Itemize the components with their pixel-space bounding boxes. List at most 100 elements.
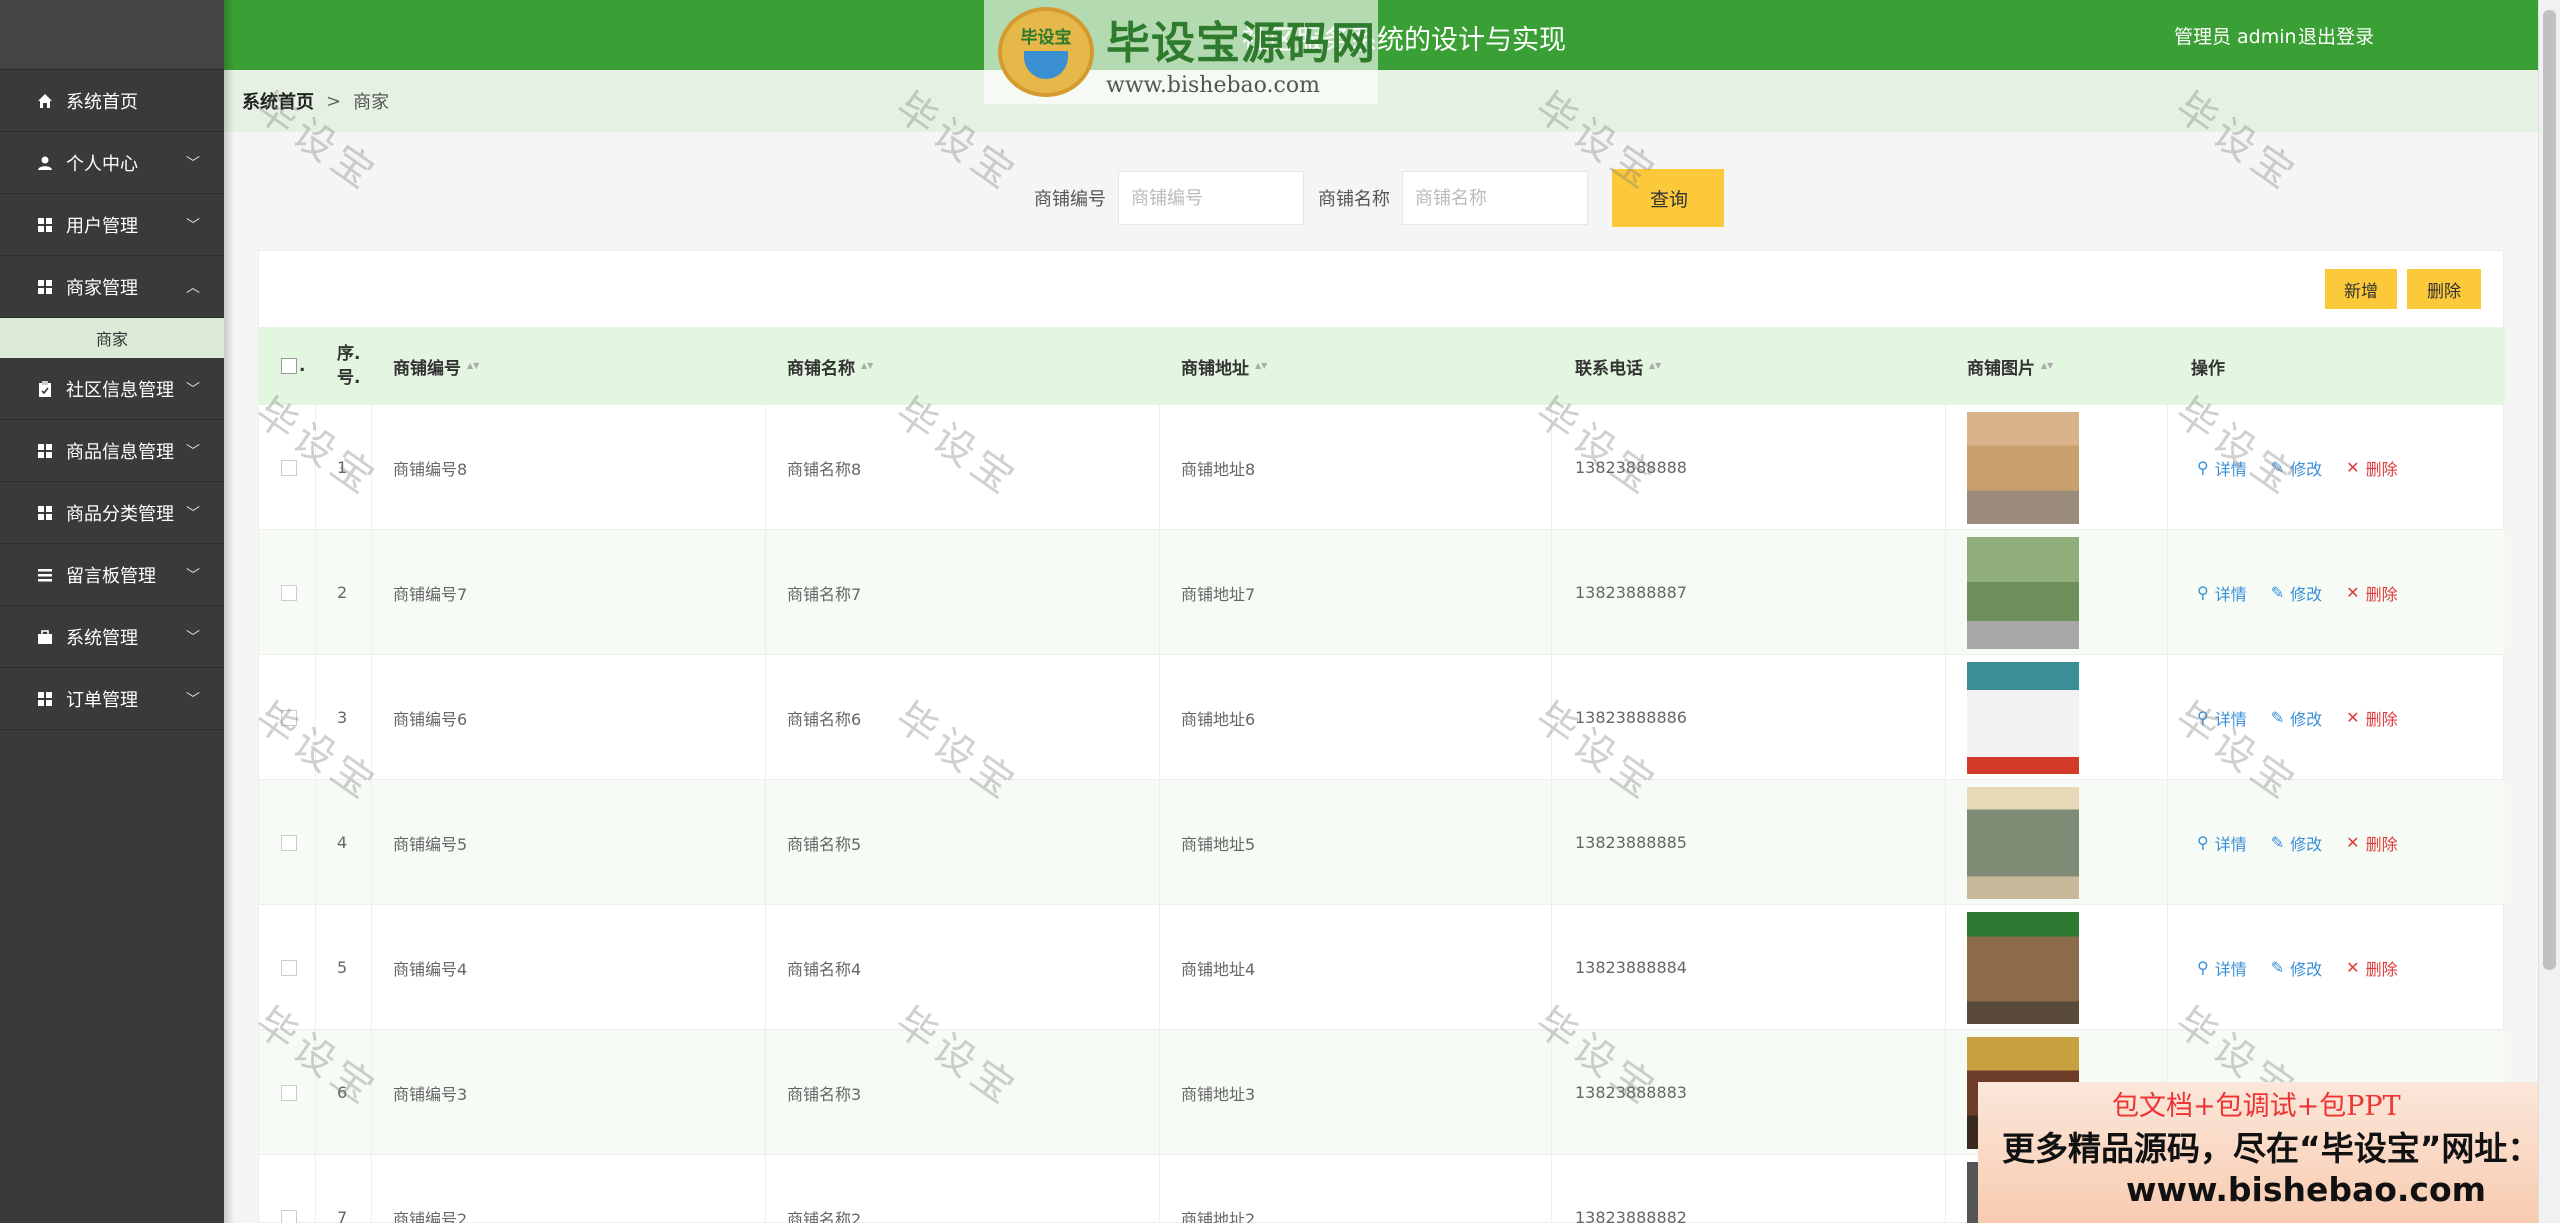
sidebar-item-label: 商品信息管理 [66, 441, 174, 463]
chevron-down-icon: ﹀ [186, 691, 200, 708]
logo-watermark: 毕设宝 毕设宝源码网 www.bishebao.com [984, 0, 1378, 104]
grid-icon [36, 690, 54, 708]
detail-button[interactable]: ⚲ 详情 [2197, 706, 2247, 730]
sidebar-item[interactable]: 商品分类管理 ﹀ [0, 482, 224, 544]
delete-button[interactable]: ✕ 删除 [2346, 956, 2397, 980]
row-index: 7 [337, 1208, 348, 1223]
query-button[interactable]: 查询 [1612, 169, 1724, 227]
row-checkbox[interactable] [281, 1209, 297, 1223]
sidebar-item[interactable]: 商品信息管理 ﹀ [0, 420, 224, 482]
sidebar-subitem-merchant[interactable]: 商家 [0, 318, 224, 358]
search-name-input[interactable] [1402, 171, 1588, 225]
delete-button[interactable]: ✕ 删除 [2346, 581, 2397, 605]
grid-icon [36, 504, 54, 522]
sidebar-item-label: 系统首页 [66, 91, 138, 113]
chevron-down-icon: ﹀ [186, 629, 200, 646]
edit-button[interactable]: ✎ 修改 [2271, 456, 2322, 480]
row-address: 商铺地址3 [1181, 1084, 1256, 1104]
delete-label: 删除 [2365, 459, 2398, 479]
detail-button[interactable]: ⚲ 详情 [2197, 956, 2247, 980]
edit-icon: ✎ [2270, 708, 2285, 727]
sidebar-item-label: 订单管理 [66, 689, 138, 711]
header-image[interactable]: 商铺图片 ▲▼ [1967, 327, 2053, 405]
grid-icon [36, 216, 54, 234]
shop-thumbnail[interactable] [1967, 661, 2079, 774]
sort-icon[interactable]: ▲▼ [1255, 362, 1267, 370]
row-checkbox[interactable] [281, 834, 297, 851]
table-panel: 新增 删除 . 序.号. 商铺编号 ▲▼ 商铺名称 ▲▼ 商铺地址 ▲▼ 联系电话 ▲▼… [258, 250, 2505, 1223]
edit-icon: ✎ [2270, 458, 2285, 477]
sidebar-item[interactable]: 个人中心 ﹀ [0, 132, 224, 194]
search-code-input[interactable] [1118, 171, 1304, 225]
header-phone[interactable]: 联系电话 ▲▼ [1575, 327, 1661, 405]
close-icon: ✕ [2346, 708, 2360, 727]
sidebar-item[interactable]: 留言板管理 ﹀ [0, 544, 224, 606]
sidebar: 系统首页 个人中心 ﹀ 用户管理 ﹀ 商家管理 ︿ 商家 社区信息管理 ﹀ 商品信息管理 ﹀ 商品分类管… [0, 0, 224, 1223]
edit-button[interactable]: ✎ 修改 [2271, 581, 2322, 605]
row-checkbox[interactable] [281, 459, 297, 476]
briefcase-icon [36, 628, 54, 646]
batch-delete-button[interactable]: 删除 [2407, 269, 2481, 309]
row-name: 商铺名称5 [787, 834, 862, 854]
row-index: 5 [337, 958, 348, 977]
edit-icon: ✎ [2270, 958, 2285, 977]
header-checkbox-dot: . [299, 356, 306, 376]
table-row: 3 商铺编号6 商铺名称6 商铺地址6 13823888886 ⚲ 详情 ✎ 修改 ✕ 删除 [259, 655, 2505, 780]
row-checkbox[interactable] [281, 584, 297, 601]
shop-thumbnail[interactable] [1967, 411, 2079, 524]
row-index: 4 [337, 833, 348, 852]
shop-thumbnail[interactable] [1967, 536, 2079, 649]
header-name[interactable]: 商铺名称 ▲▼ [787, 327, 873, 405]
row-phone: 13823888885 [1575, 833, 1687, 852]
edit-button[interactable]: ✎ 修改 [2271, 956, 2322, 980]
breadcrumb-home[interactable]: 系统首页 [242, 88, 314, 114]
sort-icon[interactable]: ▲▼ [1649, 362, 1661, 370]
select-all-checkbox[interactable] [281, 358, 297, 374]
row-code: 商铺编号3 [393, 1084, 468, 1104]
sidebar-item[interactable]: 订单管理 ﹀ [0, 668, 224, 730]
detail-button[interactable]: ⚲ 详情 [2197, 831, 2247, 855]
add-button[interactable]: 新增 [2325, 269, 2397, 309]
detail-label: 详情 [2214, 459, 2247, 479]
detail-button[interactable]: ⚲ 详情 [2197, 581, 2247, 605]
detail-button[interactable]: ⚲ 详情 [2197, 456, 2247, 480]
edit-label: 修改 [2290, 709, 2323, 729]
edit-button[interactable]: ✎ 修改 [2271, 831, 2322, 855]
edit-button[interactable]: ✎ 修改 [2271, 706, 2322, 730]
scrollbar-thumb[interactable] [2543, 10, 2556, 970]
row-image-cell [1967, 780, 2079, 905]
delete-button[interactable]: ✕ 删除 [2346, 831, 2397, 855]
header-code-label: 商铺编号 [393, 358, 461, 379]
row-address: 商铺地址5 [1181, 834, 1256, 854]
shop-thumbnail[interactable] [1967, 911, 2079, 1024]
header-code[interactable]: 商铺编号 ▲▼ [393, 327, 479, 405]
user-icon [36, 154, 54, 172]
logo-title: 毕设宝源码网 [1106, 17, 1376, 69]
sidebar-item[interactable]: 社区信息管理 ﹀ [0, 358, 224, 420]
sidebar-item[interactable]: 系统首页 [0, 70, 224, 132]
grid-icon [36, 442, 54, 460]
sort-icon[interactable]: ▲▼ [467, 362, 479, 370]
logout-link[interactable]: 退出登录 [2298, 22, 2374, 49]
delete-button[interactable]: ✕ 删除 [2346, 456, 2397, 480]
shop-thumbnail[interactable] [1967, 786, 2079, 899]
logo-badge-text: 毕设宝 [1020, 28, 1072, 48]
row-name: 商铺名称3 [787, 1084, 862, 1104]
delete-button[interactable]: ✕ 删除 [2346, 706, 2397, 730]
promo-line-2: 更多精品源码，尽在“毕设宝”网址： [2002, 1129, 2541, 1168]
column-divider [315, 405, 316, 1223]
edit-icon: ✎ [2270, 583, 2285, 602]
header-select-all[interactable]: . [281, 327, 305, 405]
row-checkbox[interactable] [281, 1084, 297, 1101]
sidebar-item[interactable]: 用户管理 ﹀ [0, 194, 224, 256]
column-divider [371, 405, 372, 1223]
sidebar-item[interactable]: 系统管理 ﹀ [0, 606, 224, 668]
sidebar-item[interactable]: 商家管理 ︿ [0, 256, 224, 318]
sort-icon[interactable]: ▲▼ [2041, 362, 2053, 370]
page-scrollbar[interactable] [2538, 0, 2560, 1223]
sort-icon[interactable]: ▲▼ [861, 362, 873, 370]
row-checkbox[interactable] [281, 709, 297, 726]
row-checkbox[interactable] [281, 959, 297, 976]
row-phone: 13823888886 [1575, 708, 1687, 727]
header-address[interactable]: 商铺地址 ▲▼ [1181, 327, 1267, 405]
